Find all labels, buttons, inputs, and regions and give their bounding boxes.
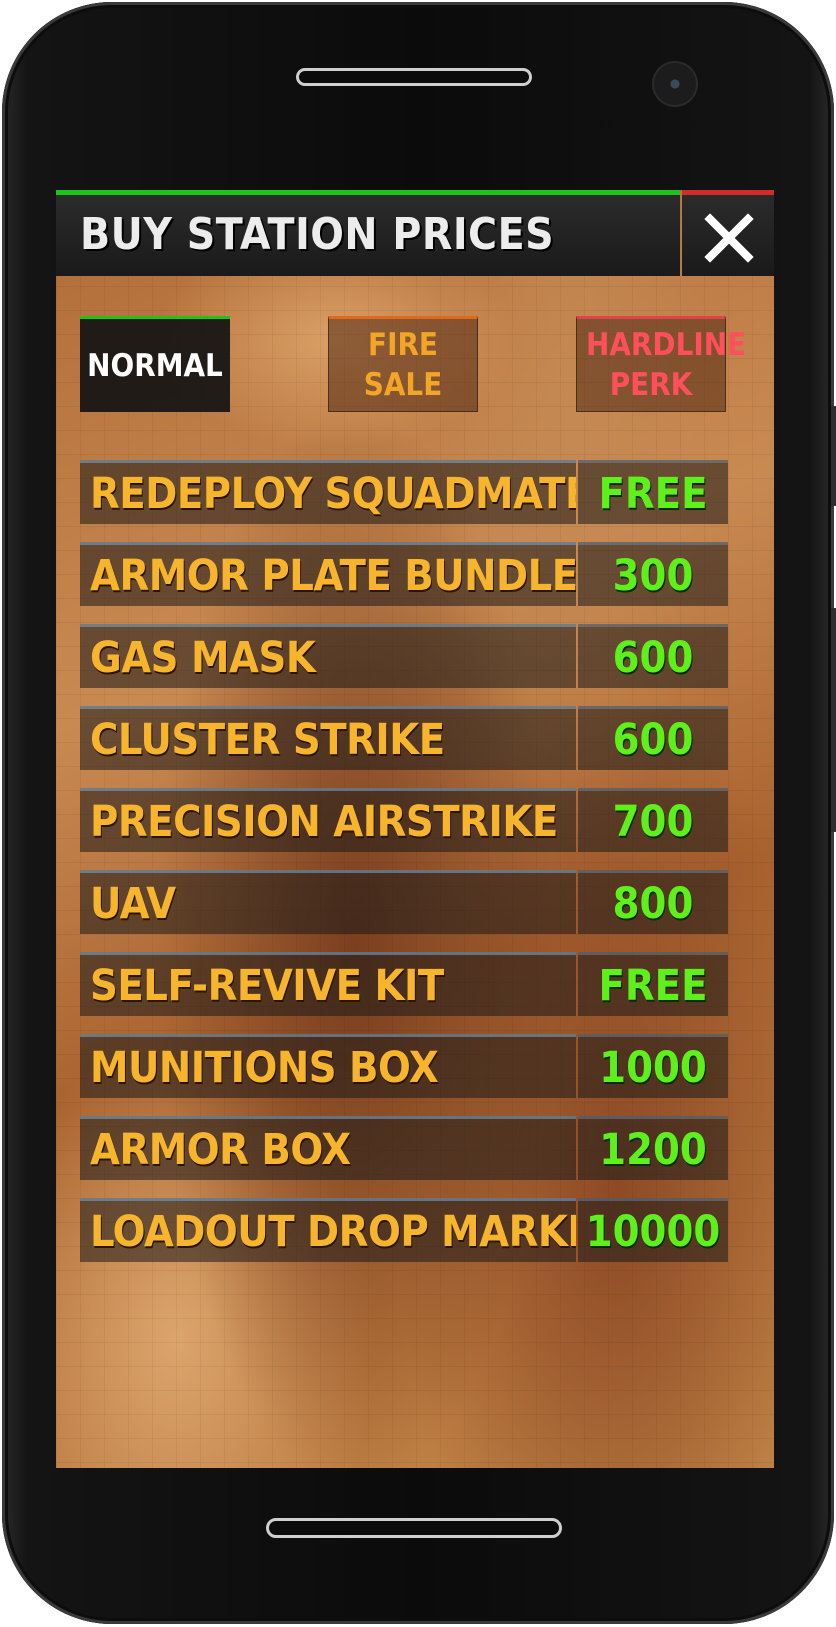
item-price: 1200 [578,1116,728,1180]
item-name: CLUSTER STRIKE [80,706,576,770]
item-name: GAS MASK [80,624,576,688]
page-title: BUY STATION PRICES [80,209,555,260]
screen: BUY STATION PRICES NORMAL FIRE SALE HARD… [56,190,774,1468]
tab-label: NORMAL [87,347,223,384]
item-price: FREE [578,460,728,524]
price-row: MUNITIONS BOX 1000 [80,1034,728,1098]
item-price: 600 [578,624,728,688]
price-row: REDEPLOY SQUADMATE FREE [80,460,728,524]
price-row: SELF-REVIVE KIT FREE [80,952,728,1016]
tab-label: HARDLINE PERK [586,327,747,403]
tab-normal[interactable]: NORMAL [80,316,230,412]
price-row: PRECISION AIRSTRIKE 700 [80,788,728,852]
price-row: ARMOR BOX 1200 [80,1116,728,1180]
close-button[interactable] [682,190,774,276]
tab-fire-sale[interactable]: FIRE SALE [328,316,478,412]
item-name: ARMOR PLATE BUNDLE [80,542,576,606]
price-row: UAV 800 [80,870,728,934]
item-price: 10000 [578,1198,728,1262]
price-row: GAS MASK 600 [80,624,728,688]
phone-frame: BUY STATION PRICES NORMAL FIRE SALE HARD… [2,2,836,1624]
home-indicator[interactable] [266,1518,562,1538]
item-name: ARMOR BOX [80,1116,576,1180]
item-price: 700 [578,788,728,852]
item-name: UAV [80,870,576,934]
item-price: FREE [578,952,728,1016]
title-bar: BUY STATION PRICES [56,190,680,276]
earpiece-speaker [296,68,532,86]
price-row: ARMOR PLATE BUNDLE 300 [80,542,728,606]
item-name: SELF-REVIVE KIT [80,952,576,1016]
price-list: REDEPLOY SQUADMATE FREE ARMOR PLATE BUND… [80,460,728,1280]
item-price: 600 [578,706,728,770]
close-icon [704,213,754,263]
price-row: CLUSTER STRIKE 600 [80,706,728,770]
item-price: 800 [578,870,728,934]
item-price: 1000 [578,1034,728,1098]
item-name: REDEPLOY SQUADMATE [80,460,576,524]
front-camera-icon [652,61,698,107]
item-name: LOADOUT DROP MARKER [80,1198,576,1262]
item-name: PRECISION AIRSTRIKE [80,788,576,852]
tab-hardline-perk[interactable]: HARDLINE PERK [576,316,747,412]
item-price: 300 [578,542,728,606]
power-button[interactable] [831,608,836,832]
item-name: MUNITIONS BOX [80,1034,576,1098]
dialog-header: BUY STATION PRICES [56,190,774,276]
volume-button[interactable] [831,406,836,506]
tab-label: FIRE SALE [363,327,443,403]
price-row: LOADOUT DROP MARKER 10000 [80,1198,728,1262]
